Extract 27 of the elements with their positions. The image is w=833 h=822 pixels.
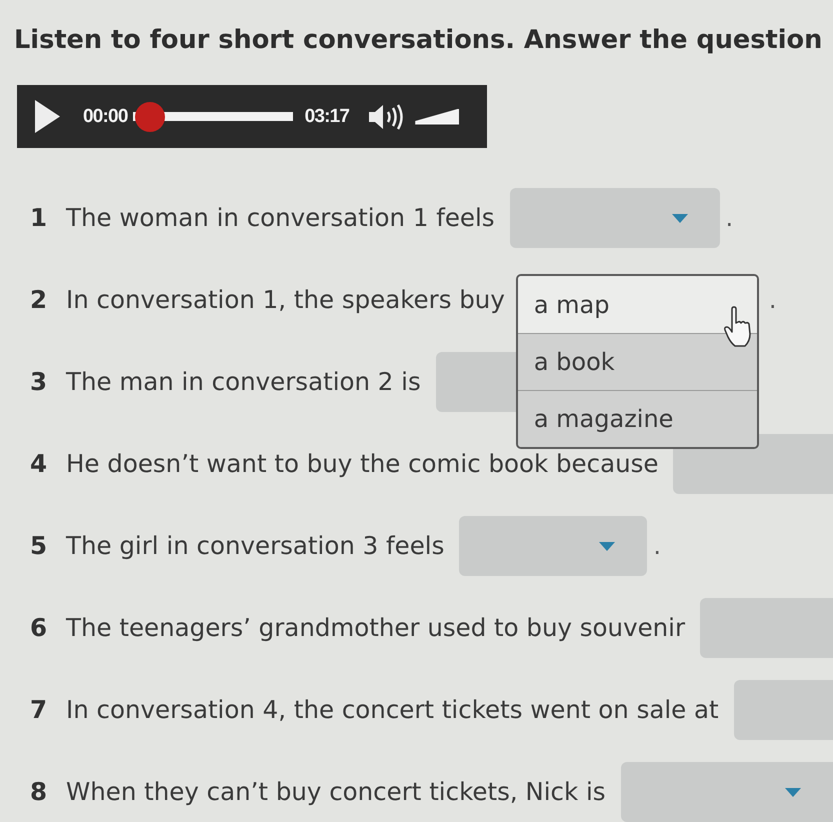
question-text: He doesn’t want to buy the comic book because <box>66 451 658 477</box>
question-text: In conversation 4, the concert tickets went on sale at <box>66 697 719 723</box>
play-icon[interactable] <box>35 100 60 133</box>
question-text: The girl in conversation 3 feels <box>66 533 444 559</box>
question-number: 7 <box>30 696 48 724</box>
elapsed-time: 00:00 <box>83 106 128 128</box>
dropdown-option[interactable]: a map <box>518 276 757 333</box>
question-number: 8 <box>30 778 48 806</box>
question-number: 2 <box>30 286 48 314</box>
question-text: The man in conversation 2 is <box>66 369 421 395</box>
instruction-title: Listen to four short conversations. Answer the question <box>14 24 822 56</box>
question-text: When they can’t buy concert tickets, Nick is <box>66 779 606 805</box>
question-number: 6 <box>30 614 48 642</box>
dropdown-option[interactable]: a magazine <box>518 390 757 447</box>
sentence-period: . <box>653 534 661 558</box>
sentence-period: . <box>726 206 734 230</box>
progress-thumb[interactable] <box>134 102 165 132</box>
question-text: The teenagers’ grandmother used to buy souvenir <box>66 615 686 641</box>
question-number: 4 <box>30 450 48 478</box>
question-number: 3 <box>30 368 48 396</box>
question-text: In conversation 1, the speakers buy <box>66 287 505 313</box>
hand-cursor-icon <box>722 306 753 348</box>
question-text: The woman in conversation 1 feels <box>66 205 495 231</box>
total-time: 03:17 <box>304 106 350 128</box>
sentence-period: . <box>768 288 776 312</box>
question-number: 1 <box>30 204 48 232</box>
question-number: 5 <box>30 532 48 560</box>
